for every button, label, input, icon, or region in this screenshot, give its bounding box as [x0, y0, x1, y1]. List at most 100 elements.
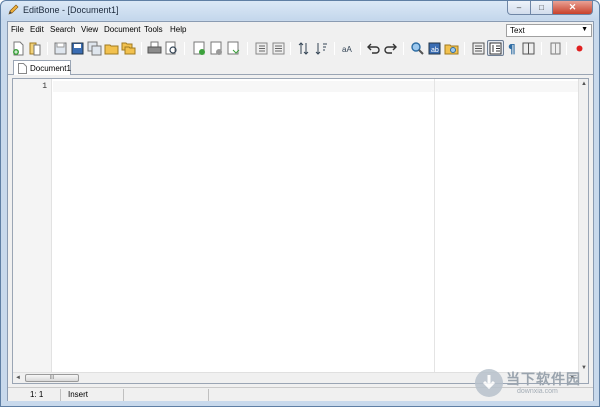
undo-icon: [366, 41, 381, 56]
split-view-button[interactable]: [521, 41, 536, 56]
app-window: EditBone - [Document1] – □ ✕ File Edit S…: [0, 0, 600, 407]
editor-pane[interactable]: 1 ▲ ▼ ◄ III ►: [12, 78, 589, 384]
status-separator: [60, 389, 61, 401]
save-as-button[interactable]: [70, 41, 85, 56]
folder-icon: [104, 41, 119, 56]
sort-descending-button[interactable]: [314, 41, 329, 56]
svg-text:¶: ¶: [508, 42, 516, 56]
right-margin-line: [434, 79, 435, 373]
outdent-icon: [271, 41, 286, 56]
toolbar-separator: [247, 42, 248, 55]
line-number-gutter: 1: [13, 79, 52, 373]
print-preview-icon: [164, 41, 179, 56]
vertical-scrollbar[interactable]: ▲ ▼: [578, 79, 588, 373]
indent-button[interactable]: [254, 41, 269, 56]
toolbar-separator: [141, 42, 142, 55]
sort-ascending-button[interactable]: [297, 41, 312, 56]
open-file-icon: [28, 41, 43, 56]
menu-edit[interactable]: Edit: [30, 25, 44, 34]
menu-tools[interactable]: Tools: [144, 25, 163, 34]
save-all-button[interactable]: [87, 41, 102, 56]
special-chars-button[interactable]: ¶: [506, 41, 521, 56]
open-file-button[interactable]: [28, 41, 43, 56]
find-in-files-icon: [209, 41, 224, 56]
tab-label: Document1: [30, 64, 71, 73]
document-tabs: Document1: [8, 60, 593, 75]
maximize-button[interactable]: □: [531, 1, 553, 15]
highlighter-select[interactable]: Text ▼: [506, 24, 592, 37]
window-controls: – □ ✕: [507, 1, 593, 15]
scroll-up-icon[interactable]: ▲: [579, 79, 589, 89]
toolbar-separator: [47, 42, 48, 55]
panel-icon: [471, 41, 486, 56]
tab-document1[interactable]: Document1: [13, 60, 71, 75]
toggle-panel-button[interactable]: [471, 41, 486, 56]
toolbar-separator: [541, 42, 542, 55]
horizontal-scroll-thumb[interactable]: III: [25, 374, 79, 382]
insert-mode: Insert: [68, 390, 89, 399]
redo-button[interactable]: [383, 41, 398, 56]
outdent-button[interactable]: [271, 41, 286, 56]
copy-doc-button[interactable]: [548, 41, 563, 56]
menu-search[interactable]: Search: [50, 25, 75, 34]
client-area: File Edit Search View Document Tools Hel…: [7, 21, 594, 401]
print-button[interactable]: [147, 41, 162, 56]
find-folder-icon: [444, 41, 459, 56]
menu-view[interactable]: View: [81, 25, 98, 34]
save-button[interactable]: [53, 41, 68, 56]
save-icon: [53, 41, 68, 56]
minimize-button[interactable]: –: [507, 1, 531, 15]
find-in-files-button[interactable]: [209, 41, 224, 56]
find-folder-button[interactable]: [444, 41, 459, 56]
record-macro-button[interactable]: [572, 41, 587, 56]
record-icon: [572, 41, 587, 56]
undo-button[interactable]: [366, 41, 381, 56]
replace-in-files-icon: [226, 41, 241, 56]
find-replace-button[interactable]: ab: [427, 41, 442, 56]
search-button[interactable]: [410, 41, 425, 56]
window-title: EditBone - [Document1]: [23, 5, 119, 15]
replace-in-files-button[interactable]: [226, 41, 241, 56]
current-line-highlight: [53, 81, 578, 92]
sort-descending-icon: [314, 41, 329, 56]
toolbar-separator: [290, 42, 291, 55]
toolbar-separator: [464, 42, 465, 55]
save-as-icon: [70, 41, 85, 56]
new-document-icon: [11, 41, 26, 56]
watermark-text: 当下软件园: [506, 372, 581, 388]
indent-icon: [254, 41, 269, 56]
toolbar-separator: [184, 42, 185, 55]
split-view-icon: [521, 41, 536, 56]
find-replace-icon: ab: [427, 41, 442, 56]
title-bar[interactable]: EditBone - [Document1] – □ ✕: [1, 1, 599, 20]
folders-button[interactable]: [121, 41, 136, 56]
svg-text:ab: ab: [431, 47, 439, 54]
pilcrow-icon: ¶: [506, 41, 521, 56]
menu-bar: File Edit Search View Document Tools Hel…: [8, 22, 593, 38]
svg-text:aA: aA: [342, 45, 352, 54]
document-icon: [18, 63, 27, 74]
cursor-position: 1: 1: [30, 390, 44, 399]
open-folder-button[interactable]: [104, 41, 119, 56]
menu-file[interactable]: File: [11, 25, 24, 34]
copy-icon: [548, 41, 563, 56]
case-button[interactable]: aA: [341, 41, 356, 56]
chevron-down-icon: ▼: [581, 26, 588, 33]
menu-help[interactable]: Help: [170, 25, 186, 34]
sort-ascending-icon: [297, 41, 312, 56]
watermark: 当下软件园 downxia.com: [475, 367, 595, 401]
new-document-button[interactable]: [11, 41, 26, 56]
pencil-icon: [7, 4, 19, 16]
menu-document[interactable]: Document: [104, 25, 140, 34]
toolbar-separator: [566, 42, 567, 55]
toolbar-separator: [334, 42, 335, 55]
line-numbers-icon: [488, 41, 503, 56]
scroll-left-icon[interactable]: ◄: [13, 373, 23, 383]
print-icon: [147, 41, 162, 56]
print-preview-button[interactable]: [164, 41, 179, 56]
close-button[interactable]: ✕: [553, 1, 593, 15]
compare-button[interactable]: [192, 41, 207, 56]
download-logo-icon: [475, 369, 503, 397]
toolbar-separator: [403, 42, 404, 55]
line-numbers-button[interactable]: [487, 40, 504, 56]
